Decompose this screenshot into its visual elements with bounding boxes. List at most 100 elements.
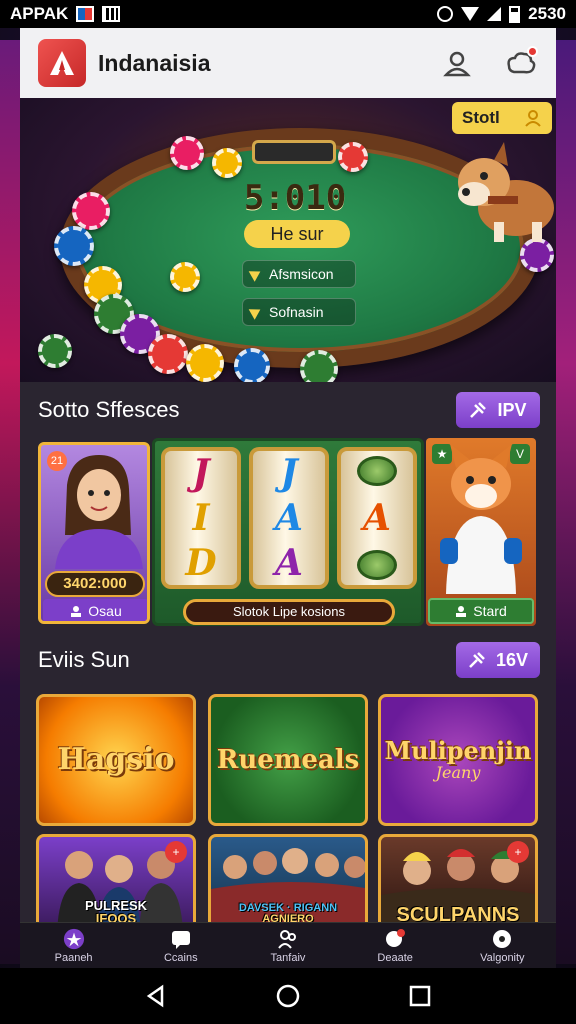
settings-icon[interactable] xyxy=(504,46,538,80)
app-logo-icon[interactable] xyxy=(38,39,86,87)
game-tile[interactable]: Ruemeals xyxy=(208,694,368,826)
tab-donate[interactable]: Deaate xyxy=(345,928,445,964)
pointer-icon xyxy=(248,304,264,320)
card-start-label: Stard xyxy=(473,603,507,619)
user-icon xyxy=(71,606,82,617)
pointer-icon xyxy=(248,266,264,282)
hero-menu-label: Sofnasin xyxy=(269,304,324,320)
reel-symbol: A xyxy=(275,541,303,584)
tab-family[interactable]: Tanfaiv xyxy=(238,928,338,964)
record-icon xyxy=(491,928,513,950)
game-tile-title: Hagsio xyxy=(57,742,175,777)
chip-decoration xyxy=(338,142,368,172)
hero-menu-item[interactable]: Afsmsicon xyxy=(242,260,356,288)
chip-decoration xyxy=(186,344,224,382)
card-amount: 3402:000 xyxy=(45,571,145,597)
hero-pill-button[interactable]: He sur xyxy=(244,220,350,248)
people-tile[interactable]: + SCULPANNS xyxy=(378,834,538,930)
player-avatar-image xyxy=(55,455,143,569)
backdrop-right xyxy=(554,40,576,964)
game-tile[interactable]: Hagsio xyxy=(36,694,196,826)
pin-icon xyxy=(469,652,485,668)
chat-icon xyxy=(170,928,192,950)
game-tile[interactable]: Mulipenjin Jeany xyxy=(378,694,538,826)
grid-icon xyxy=(102,6,121,22)
system-nav-bar xyxy=(0,968,576,1024)
reel-symbol: I xyxy=(192,496,210,539)
status-bar: APPAK 2530 xyxy=(0,0,576,28)
slot-button[interactable]: Stotl xyxy=(452,102,552,134)
reel-symbol: D xyxy=(185,541,217,584)
flag-icon xyxy=(76,6,95,22)
message-icon xyxy=(384,928,406,950)
chip-decoration xyxy=(148,334,188,374)
card-action-button[interactable]: Osau xyxy=(43,599,147,621)
card-action-label: Osau xyxy=(88,603,122,619)
section-action-button[interactable]: IPV xyxy=(456,392,540,428)
people-tile[interactable]: + PULRESK IFOOS xyxy=(36,834,196,930)
card-start-button[interactable]: Stard xyxy=(428,598,534,624)
player-card[interactable]: 21 3402:000 Osau xyxy=(38,442,150,624)
people-icon xyxy=(277,928,299,950)
caption-line: PULRESK xyxy=(84,897,148,913)
fox-mascot-image xyxy=(440,444,522,594)
tab-home[interactable]: Paaneh xyxy=(24,928,124,964)
chip-decoration xyxy=(234,348,270,382)
people-tile[interactable]: DAVSEK · RIGANN AGNIERO xyxy=(208,834,368,930)
alarm-icon xyxy=(437,6,454,22)
slot-caption: Slotok Lipe kosions xyxy=(183,599,395,625)
app-header: Indanaisia xyxy=(20,28,556,98)
slot-button-label: Stotl xyxy=(462,108,500,127)
chip-decoration xyxy=(212,148,242,178)
reel-symbol: J xyxy=(192,452,210,495)
tile-badge: + xyxy=(507,841,529,863)
tab-label: Ccains xyxy=(163,951,198,964)
chip-decoration xyxy=(72,192,110,230)
hero-banner[interactable]: 5:010 He sur Afsmsicon Sofnasin Stotl xyxy=(20,98,556,382)
recents-icon[interactable] xyxy=(400,976,440,1016)
dog-mascot-image xyxy=(458,142,554,242)
wifi-icon xyxy=(461,7,480,21)
chip-decoration xyxy=(300,350,338,382)
carrier-label: APPAK xyxy=(10,4,69,23)
tab-label: Tanfaiv xyxy=(270,951,306,964)
reel-symbol: A xyxy=(363,496,391,539)
tab-label: Paaneh xyxy=(54,951,93,964)
chip-decoration xyxy=(170,262,200,292)
reel-symbol: A xyxy=(275,496,303,539)
tab-label: Valgonity xyxy=(480,951,525,964)
profile-icon[interactable] xyxy=(440,46,474,80)
notification-dot xyxy=(527,46,538,57)
bottom-tab-bar: Paaneh Ccains Tanfaiv Deaate Valgonity xyxy=(20,922,556,968)
pin-icon xyxy=(470,402,487,418)
signal-icon xyxy=(487,7,502,21)
back-icon[interactable] xyxy=(136,976,176,1016)
status-time: 2530 xyxy=(528,4,566,23)
game-tile-subtitle: Jeany xyxy=(435,762,481,782)
section-title: Eviis Sun xyxy=(38,647,130,672)
tab-valgonity[interactable]: Valgonity xyxy=(452,928,552,964)
hero-menu-label: Afsmsicon xyxy=(269,266,334,282)
star-icon xyxy=(63,928,85,950)
games-section: Eviis Sun 16V Hagsio Ruemeals Mulipenjin xyxy=(20,632,556,930)
mascot-card[interactable]: ★ V Stard xyxy=(426,438,536,626)
tile-badge: + xyxy=(165,841,187,863)
slot-reel: J I D xyxy=(161,447,241,589)
app-frame: Indanaisia 5:010 He sur Afsmsicon Sofnas… xyxy=(20,28,556,968)
section-action-button[interactable]: 16V xyxy=(456,642,540,678)
chip-decoration xyxy=(54,226,94,266)
reel-symbol: J xyxy=(280,452,298,495)
hero-menu-item[interactable]: Sofnasin xyxy=(242,298,356,326)
tab-label: Deaate xyxy=(377,951,413,964)
hero-timer: 5:010 xyxy=(243,178,347,218)
leaf-symbol-icon xyxy=(357,549,397,580)
featured-slots-section: Sotto Sffesces IPV 21 3402:000 Osau J I … xyxy=(20,382,556,632)
tab-coins[interactable]: Ccains xyxy=(131,928,231,964)
user-icon xyxy=(525,110,541,127)
slot-reel: J A A xyxy=(249,447,329,589)
slot-reel: A xyxy=(337,447,417,589)
game-tile-title: Ruemeals xyxy=(216,745,360,775)
backdrop-left xyxy=(0,40,22,964)
slot-machine[interactable]: J I D J A A A Slotok Lipe kosions xyxy=(152,438,424,626)
home-icon[interactable] xyxy=(268,976,308,1016)
